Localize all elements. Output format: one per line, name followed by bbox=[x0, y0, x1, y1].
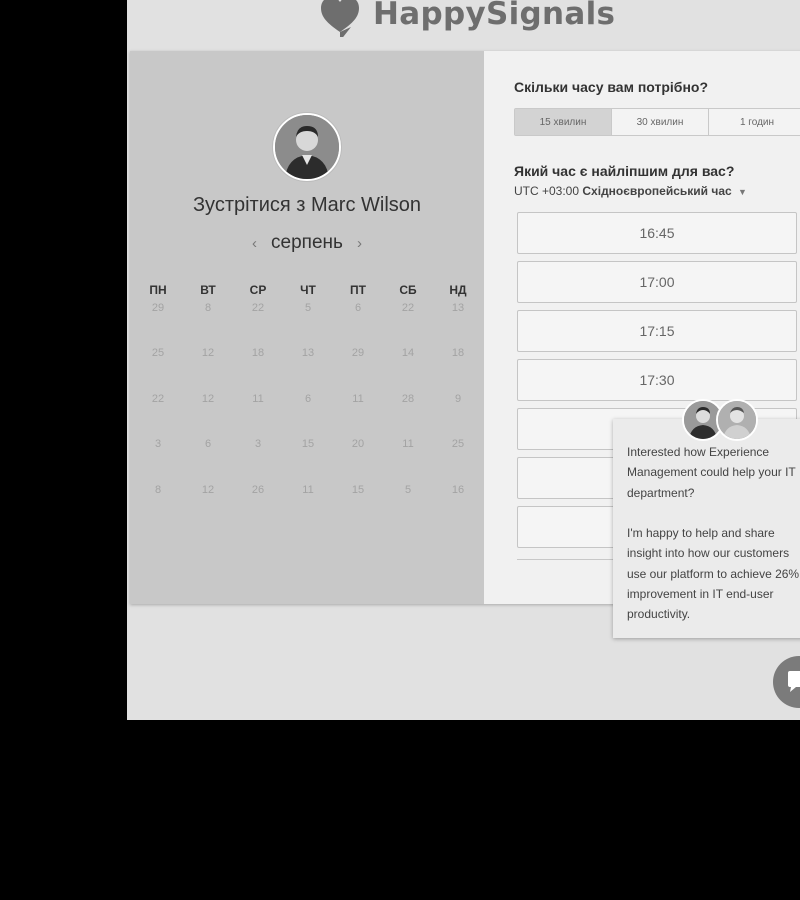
calendar-day[interactable]: 12 bbox=[188, 393, 228, 405]
calendar-day[interactable]: 11 bbox=[338, 393, 378, 405]
prev-month-chevron-icon[interactable]: ‹ bbox=[252, 235, 257, 252]
duration-question: Скільки часу вам потрібно? bbox=[514, 79, 709, 95]
time-slot-button[interactable]: 17:30 bbox=[517, 359, 797, 401]
happysignals-logo: HappySignals bbox=[317, 0, 615, 42]
calendar-week: 29 8 22 5 6 22 13 bbox=[130, 302, 484, 320]
chat-message-line: Interested how Experience bbox=[627, 445, 770, 459]
calendar-day[interactable]: 25 bbox=[438, 438, 478, 450]
duration-option-30min[interactable]: 30 хвилин bbox=[611, 109, 708, 135]
calendar-day[interactable]: 18 bbox=[438, 347, 478, 359]
month-label: серпень bbox=[271, 232, 343, 253]
weekday-label: ЧТ bbox=[300, 283, 316, 297]
time-slot-button[interactable]: 17:00 bbox=[517, 261, 797, 303]
calendar-day[interactable]: 28 bbox=[388, 393, 428, 405]
speech-heart-logo-icon bbox=[321, 0, 359, 37]
weekday-header: ПН ВТ СР ЧТ ПТ СБ НД bbox=[130, 283, 484, 299]
calendar-day[interactable]: 11 bbox=[238, 393, 278, 405]
weekday-label: НД bbox=[449, 283, 467, 297]
calendar-panel: Зустрітися з Marc Wilson ‹ серпень › ПН … bbox=[130, 51, 484, 604]
timezone-offset: UTC +03:00 bbox=[514, 184, 580, 198]
calendar-day[interactable]: 12 bbox=[188, 347, 228, 359]
chat-bubble-icon bbox=[788, 671, 800, 692]
logo-text: HappySignals bbox=[373, 0, 616, 32]
calendar-day[interactable]: 22 bbox=[138, 393, 178, 405]
calendar-day[interactable]: 3 bbox=[238, 438, 278, 450]
chat-message-line: productivity. bbox=[627, 607, 691, 622]
calendar-day[interactable]: 16 bbox=[438, 484, 478, 496]
timezone-selector[interactable]: UTC +03:00 Східноєвропейський час ▼ bbox=[514, 184, 747, 198]
chat-agents-avatars bbox=[682, 399, 758, 441]
calendar-day[interactable]: 8 bbox=[138, 484, 178, 496]
calendar-day[interactable]: 3 bbox=[138, 438, 178, 450]
calendar-day[interactable]: 11 bbox=[388, 438, 428, 450]
weekday-label: СБ bbox=[399, 283, 417, 297]
chat-message-line: I'm happy to help and share bbox=[627, 526, 775, 541]
chat-message-line: Management could help your IT bbox=[627, 465, 796, 480]
host-name: Marc Wilson bbox=[311, 194, 422, 216]
time-question: Який час є найліпшим для вас? bbox=[514, 163, 735, 179]
calendar-week: 8 12 26 11 15 5 16 bbox=[130, 484, 484, 502]
calendar-day[interactable]: 14 bbox=[388, 347, 428, 359]
calendar-day[interactable]: 9 bbox=[438, 393, 478, 405]
month-navigator: ‹ серпень › bbox=[130, 232, 484, 254]
chat-message-line: department? bbox=[627, 485, 695, 500]
time-slot-button[interactable]: 17:15 bbox=[517, 310, 797, 352]
calendar-day[interactable]: 25 bbox=[138, 347, 178, 359]
chat-message-spacer bbox=[627, 503, 800, 523]
chat-message-line: insight into how our customers bbox=[627, 546, 790, 561]
meeting-title: Зустрітися з Marc Wilson bbox=[130, 194, 484, 217]
calendar-day[interactable]: 29 bbox=[338, 347, 378, 359]
host-avatar bbox=[273, 113, 341, 181]
calendar-day[interactable]: 18 bbox=[238, 347, 278, 359]
calendar-day[interactable]: 13 bbox=[438, 302, 478, 314]
weekday-label: ПТ bbox=[350, 283, 366, 297]
agent-avatar bbox=[716, 399, 758, 441]
calendar-week: 25 12 18 13 29 14 18 bbox=[130, 347, 484, 365]
chat-message-line: improvement in IT end-user bbox=[627, 587, 774, 602]
calendar-day[interactable]: 6 bbox=[188, 438, 228, 450]
time-slot-button[interactable]: 16:45 bbox=[517, 212, 797, 254]
caret-down-icon: ▼ bbox=[738, 187, 747, 197]
next-month-chevron-icon[interactable]: › bbox=[357, 235, 362, 252]
chat-message-line: use our platform to achieve 26% bbox=[627, 566, 800, 581]
calendar-week: 22 12 11 6 11 28 9 bbox=[130, 393, 484, 411]
calendar-day[interactable]: 5 bbox=[388, 484, 428, 496]
chat-message-text: Interested how Experience Management cou… bbox=[627, 442, 800, 625]
calendar-day[interactable]: 12 bbox=[188, 484, 228, 496]
calendar-day[interactable]: 26 bbox=[238, 484, 278, 496]
calendar-day[interactable]: 5 bbox=[288, 302, 328, 314]
calendar-day[interactable]: 22 bbox=[388, 302, 428, 314]
chat-message-popup[interactable]: Interested how Experience Management cou… bbox=[613, 419, 800, 638]
calendar-day[interactable]: 6 bbox=[288, 393, 328, 405]
calendar-day[interactable]: 20 bbox=[338, 438, 378, 450]
duration-option-1hour[interactable]: 1 годин bbox=[708, 109, 800, 135]
calendar-week: 3 6 3 15 20 11 25 bbox=[130, 438, 484, 456]
calendar-day[interactable]: 29 bbox=[138, 302, 178, 314]
calendar-day[interactable]: 15 bbox=[338, 484, 378, 496]
calendar-day[interactable]: 6 bbox=[338, 302, 378, 314]
weekday-label: ВТ bbox=[200, 283, 216, 297]
weekday-label: ПН bbox=[149, 283, 167, 297]
calendar-day[interactable]: 13 bbox=[288, 347, 328, 359]
duration-selector: 15 хвилин 30 хвилин 1 годин bbox=[514, 108, 800, 136]
calendar-day[interactable]: 15 bbox=[288, 438, 328, 450]
calendar-day[interactable]: 22 bbox=[238, 302, 278, 314]
calendar-day[interactable]: 11 bbox=[288, 484, 328, 496]
weekday-label: СР bbox=[249, 283, 267, 297]
duration-option-15min[interactable]: 15 хвилин bbox=[515, 109, 611, 135]
meeting-title-prefix: Зустрітися з bbox=[192, 194, 306, 216]
calendar-day[interactable]: 8 bbox=[188, 302, 228, 314]
timezone-name: Східноєвропейський час bbox=[582, 184, 732, 198]
